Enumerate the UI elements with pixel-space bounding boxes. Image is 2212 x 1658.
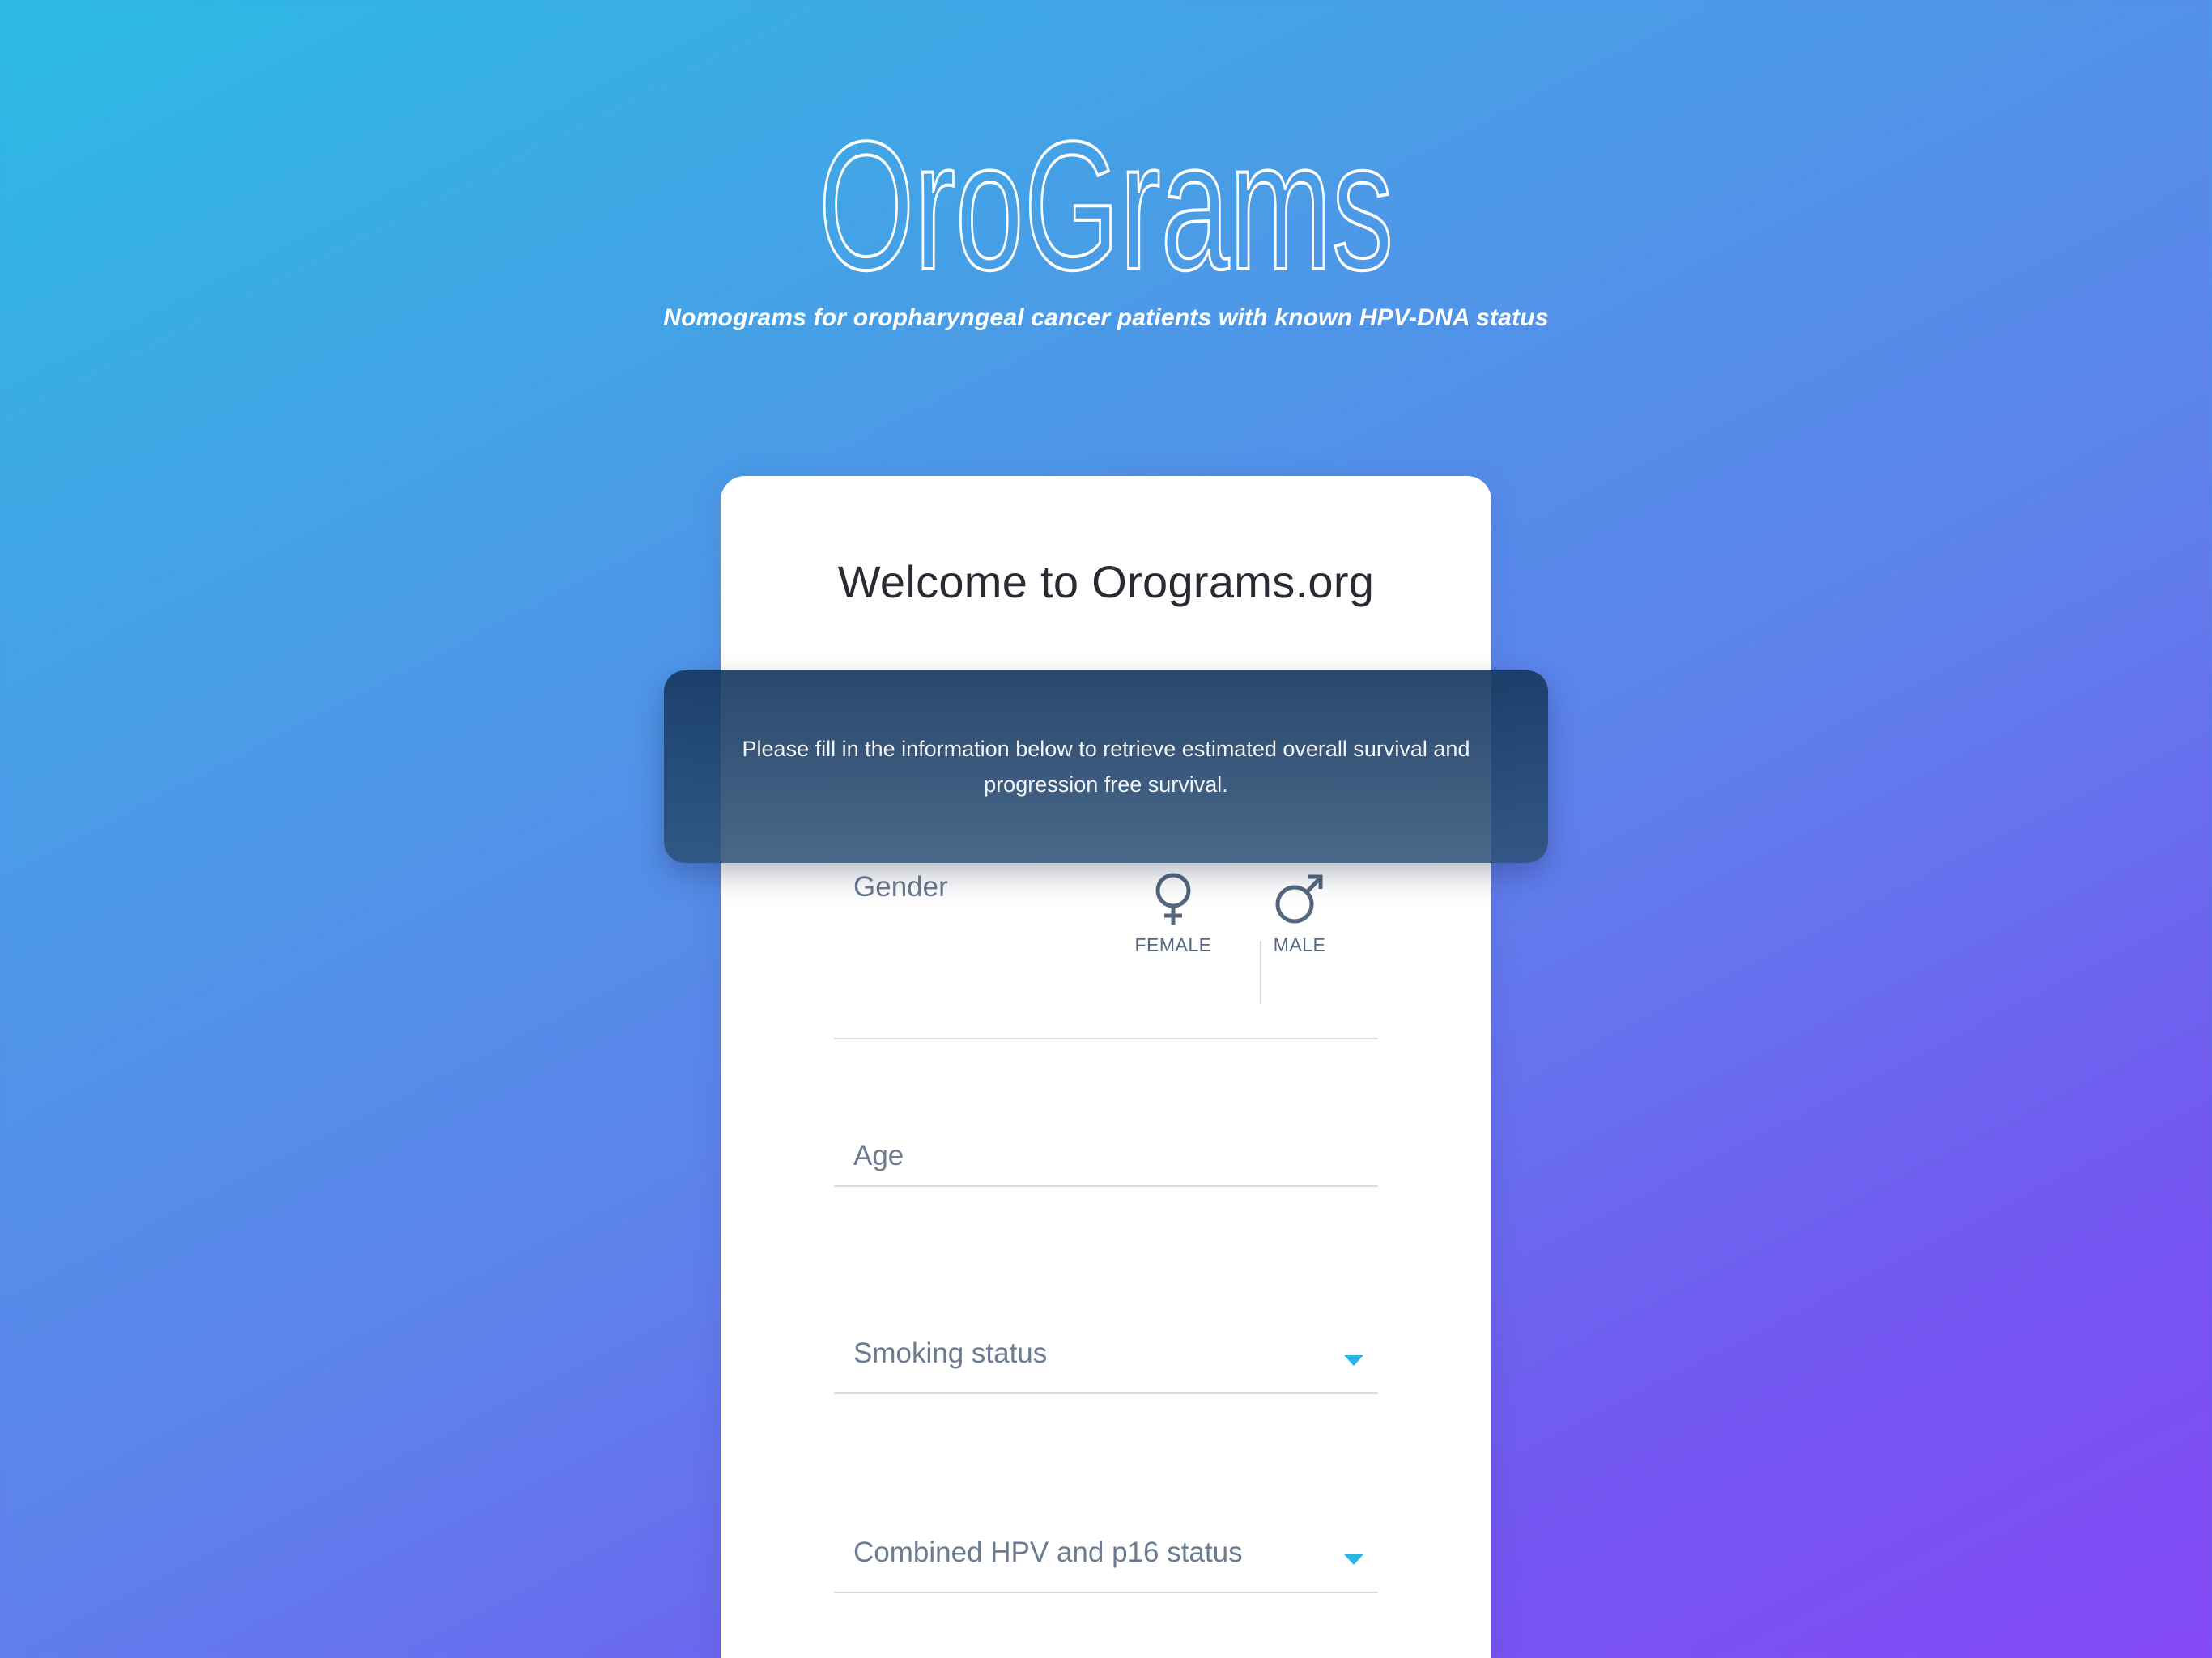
- gender-option-female[interactable]: FEMALE: [1125, 871, 1222, 956]
- male-symbol-icon: [1275, 874, 1323, 924]
- gender-field: Gender FEMALE MALE: [834, 871, 1378, 1039]
- welcome-card: Welcome to Orograms.org Gender FEMALE MA…: [721, 476, 1491, 1658]
- hpv-p16-status-select[interactable]: Combined HPV and p16 status: [834, 1537, 1378, 1593]
- male-option-label: MALE: [1273, 934, 1326, 955]
- logo-text: OroGrams: [819, 115, 1393, 277]
- caret-down-icon: [1344, 1554, 1363, 1565]
- gender-label: Gender: [853, 871, 948, 903]
- caret-down-icon: [1344, 1355, 1363, 1366]
- hpv-p16-status-label: Combined HPV and p16 status: [853, 1537, 1243, 1568]
- age-input[interactable]: [834, 1140, 1381, 1187]
- orograms-logo: OroGrams: [817, 115, 1395, 277]
- header: OroGrams Nomograms for oropharyngeal can…: [0, 115, 2212, 332]
- smoking-status-select[interactable]: Smoking status: [834, 1337, 1378, 1394]
- age-field[interactable]: Age: [834, 1140, 1381, 1187]
- instruction-text: Please fill in the information below to …: [742, 737, 1470, 797]
- gender-option-male[interactable]: MALE: [1251, 871, 1348, 956]
- welcome-title: Welcome to Orograms.org: [837, 556, 1375, 607]
- instruction-banner: Please fill in the information below to …: [664, 670, 1548, 863]
- female-symbol-icon: [1155, 873, 1191, 925]
- female-option-label: FEMALE: [1134, 934, 1212, 955]
- smoking-status-label: Smoking status: [853, 1337, 1048, 1369]
- tagline: Nomograms for oropharyngeal cancer patie…: [663, 304, 1549, 331]
